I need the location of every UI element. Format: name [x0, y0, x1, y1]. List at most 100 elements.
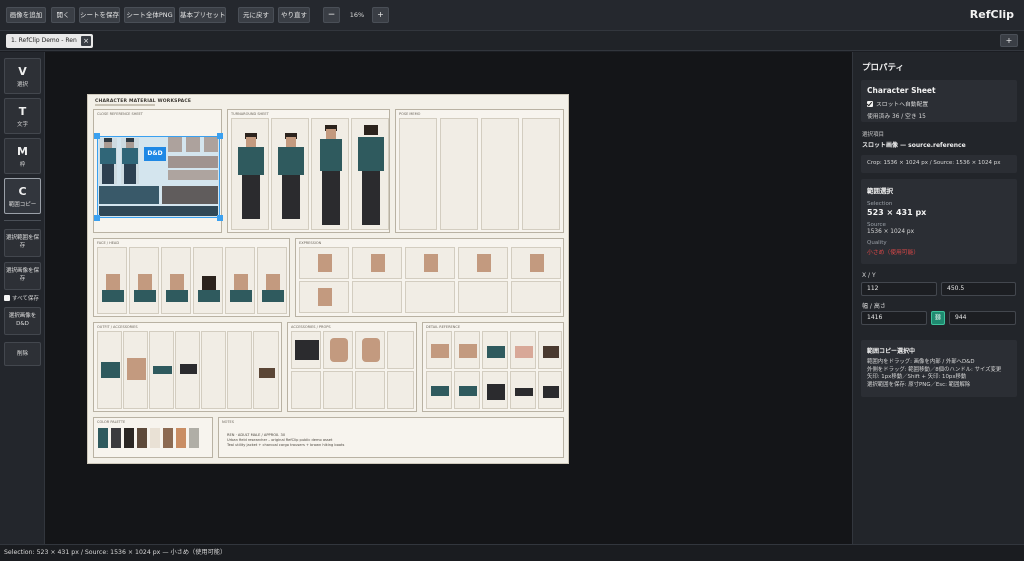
face-slot[interactable] — [129, 247, 159, 314]
panel-expression[interactable]: EXPRESSION — [295, 238, 564, 317]
select-tool[interactable]: V 選択 — [4, 58, 41, 94]
height-input[interactable]: 944 — [949, 311, 1016, 325]
redo-button[interactable]: やり直す — [278, 7, 310, 23]
range-copy-tool[interactable]: C 範囲コピー — [4, 178, 41, 214]
empty-slot[interactable] — [458, 281, 508, 313]
checkbox-icon[interactable] — [4, 295, 10, 301]
detail-slot[interactable] — [510, 331, 536, 369]
empty-slot[interactable] — [405, 281, 455, 313]
accessory-slot[interactable] — [291, 331, 321, 369]
empty-slot[interactable] — [291, 371, 321, 409]
aspect-link-icon[interactable]: ⛓ — [931, 311, 945, 325]
save-sheet-button[interactable]: シートを保存 — [79, 7, 120, 23]
panel-outfit[interactable]: OUTFIT / ACCESSORIES — [93, 322, 282, 412]
panel-detail-reference[interactable]: DETAIL REFERENCE — [422, 322, 564, 412]
close-tab-icon[interactable]: × — [81, 36, 91, 46]
panel-color-palette[interactable]: COLOR PALETTE — [93, 417, 213, 458]
delete-button[interactable]: 削除 — [4, 342, 41, 366]
resize-handle[interactable] — [94, 133, 100, 139]
panel-turnaround[interactable]: TURNAROUND SHEET — [227, 109, 390, 233]
checkbox-checked-icon[interactable] — [867, 101, 873, 107]
outfit-slot[interactable] — [149, 331, 174, 409]
expression-slot[interactable] — [352, 247, 402, 279]
resize-handle[interactable] — [217, 133, 223, 139]
expression-slot[interactable] — [458, 247, 508, 279]
character-sheet[interactable]: CHARACTER MATERIAL WORKSPACE CLOSE REFER… — [87, 94, 569, 464]
outfit-slot[interactable] — [123, 331, 148, 409]
expression-slot[interactable] — [511, 247, 561, 279]
palette-swatch[interactable] — [150, 428, 160, 448]
empty-slot[interactable] — [387, 371, 414, 409]
zoom-in-button[interactable]: + — [372, 7, 389, 23]
x-input[interactable]: 112 — [861, 282, 937, 296]
outfit-slot[interactable] — [175, 331, 200, 409]
y-input[interactable]: 450.5 — [941, 282, 1016, 296]
empty-slot[interactable] — [323, 371, 353, 409]
detail-slot[interactable] — [510, 371, 536, 409]
outfit-slot[interactable] — [97, 331, 122, 409]
empty-slot[interactable] — [511, 281, 561, 313]
detail-slot[interactable] — [426, 331, 452, 369]
turnaround-slot[interactable] — [311, 118, 349, 230]
width-input[interactable]: 1416 — [861, 311, 927, 325]
empty-slot[interactable] — [352, 281, 402, 313]
face-slot[interactable] — [257, 247, 287, 314]
document-tab[interactable]: 1. RefClip Demo - Ren × — [6, 34, 93, 48]
canvas-area[interactable]: CHARACTER MATERIAL WORKSPACE CLOSE REFER… — [45, 52, 852, 544]
text-tool[interactable]: T 文字 — [4, 98, 41, 134]
empty-slot[interactable] — [355, 371, 385, 409]
detail-slot[interactable] — [454, 331, 480, 369]
palette-swatch[interactable] — [124, 428, 134, 448]
save-selected-image-button[interactable]: 選択画像を保存 — [4, 262, 41, 290]
empty-slot[interactable] — [399, 118, 437, 230]
panel-notes[interactable]: NOTES REN · ADULT MALE / APPROX. 30 Urba… — [218, 417, 564, 458]
dnd-badge[interactable]: D&D — [144, 147, 166, 161]
auto-place-checkbox[interactable]: スロットへ自動配置 — [867, 99, 1011, 108]
add-tab-button[interactable]: + — [1000, 34, 1018, 47]
outfit-slot[interactable] — [253, 331, 279, 409]
drag-selected-image-button[interactable]: 選択画像をD&D — [4, 307, 41, 335]
turnaround-slot[interactable] — [351, 118, 389, 230]
face-slot[interactable] — [161, 247, 191, 314]
add-image-button[interactable]: 画像を追加 — [6, 7, 46, 23]
empty-slot[interactable] — [522, 118, 560, 230]
palette-swatch[interactable] — [176, 428, 186, 448]
empty-slot[interactable] — [440, 118, 478, 230]
empty-slot[interactable] — [481, 118, 519, 230]
palette-swatch[interactable] — [189, 428, 199, 448]
resize-handle[interactable] — [94, 215, 100, 221]
detail-slot[interactable] — [538, 371, 562, 409]
detail-slot[interactable] — [482, 331, 508, 369]
detail-slot[interactable] — [538, 331, 562, 369]
save-selection-button[interactable]: 選択範囲を保存 — [4, 229, 41, 257]
palette-swatch[interactable] — [163, 428, 173, 448]
expression-slot[interactable] — [299, 281, 349, 313]
turnaround-slot[interactable] — [271, 118, 309, 230]
palette-swatch[interactable] — [111, 428, 121, 448]
undo-button[interactable]: 元に戻す — [238, 7, 274, 23]
expression-slot[interactable] — [299, 247, 349, 279]
face-slot[interactable] — [225, 247, 255, 314]
open-button[interactable]: 開く — [51, 7, 75, 23]
export-sheet-png-button[interactable]: シート全体PNG — [124, 7, 175, 23]
palette-swatch[interactable] — [98, 428, 108, 448]
panel-accessories[interactable]: ACCESSORIES / PROPS — [287, 322, 417, 412]
zoom-out-button[interactable]: − — [323, 7, 340, 23]
turnaround-slot[interactable] — [231, 118, 269, 230]
face-slot[interactable] — [193, 247, 223, 314]
face-slot[interactable] — [97, 247, 127, 314]
resize-handle[interactable] — [217, 215, 223, 221]
panel-pose-memo[interactable]: POSE MEMO — [395, 109, 564, 233]
detail-slot[interactable] — [482, 371, 508, 409]
detail-slot[interactable] — [426, 371, 452, 409]
accessory-slot[interactable] — [323, 331, 353, 369]
basic-preset-button[interactable]: 基本プリセット — [179, 7, 226, 23]
accessory-slot[interactable] — [355, 331, 385, 369]
save-all-checkbox[interactable]: すべて保存 — [4, 294, 39, 302]
expression-slot[interactable] — [405, 247, 455, 279]
panel-face-head[interactable]: FACE / HEAD — [93, 238, 290, 317]
detail-slot[interactable] — [454, 371, 480, 409]
empty-slot[interactable] — [201, 331, 226, 409]
frame-tool[interactable]: M 枠 — [4, 138, 41, 174]
empty-slot[interactable] — [227, 331, 252, 409]
